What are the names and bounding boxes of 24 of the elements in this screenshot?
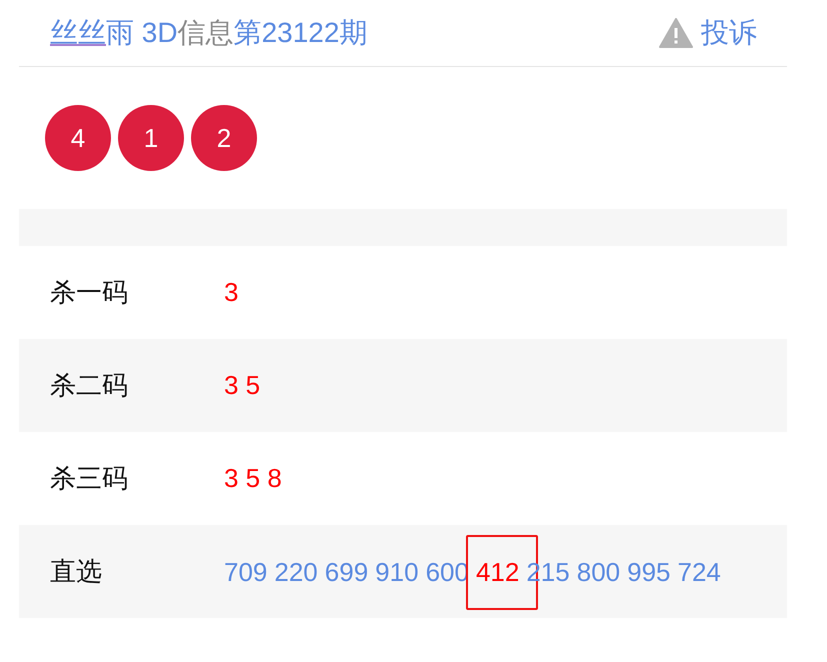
number-ball: 1	[118, 105, 184, 171]
complaint-link[interactable]: 投诉	[659, 14, 757, 52]
row-value: 3	[224, 277, 238, 308]
title-text: 信息	[178, 16, 234, 50]
number: 800	[576, 556, 620, 588]
number: 910	[375, 556, 419, 588]
title-link[interactable]: 丝丝	[50, 14, 106, 52]
number: 709	[224, 556, 268, 588]
row-label: 杀一码	[49, 276, 129, 309]
number: 220	[274, 556, 318, 588]
number: 995	[627, 556, 671, 588]
row-value: 3 5	[224, 370, 260, 401]
number-ball: 2	[191, 105, 257, 171]
row-value: 3 5 8	[224, 463, 282, 494]
number-ball: 4	[45, 105, 111, 171]
number: 724	[678, 556, 721, 588]
row-label: 杀二码	[49, 369, 129, 402]
warning-icon	[659, 18, 693, 48]
title-text: 第23122期	[234, 16, 368, 50]
title-text: 雨 3D	[106, 16, 178, 50]
number: 412	[476, 550, 520, 594]
row-label: 直选	[49, 555, 103, 588]
number: 699	[324, 556, 368, 588]
row-label: 杀三码	[49, 462, 129, 495]
